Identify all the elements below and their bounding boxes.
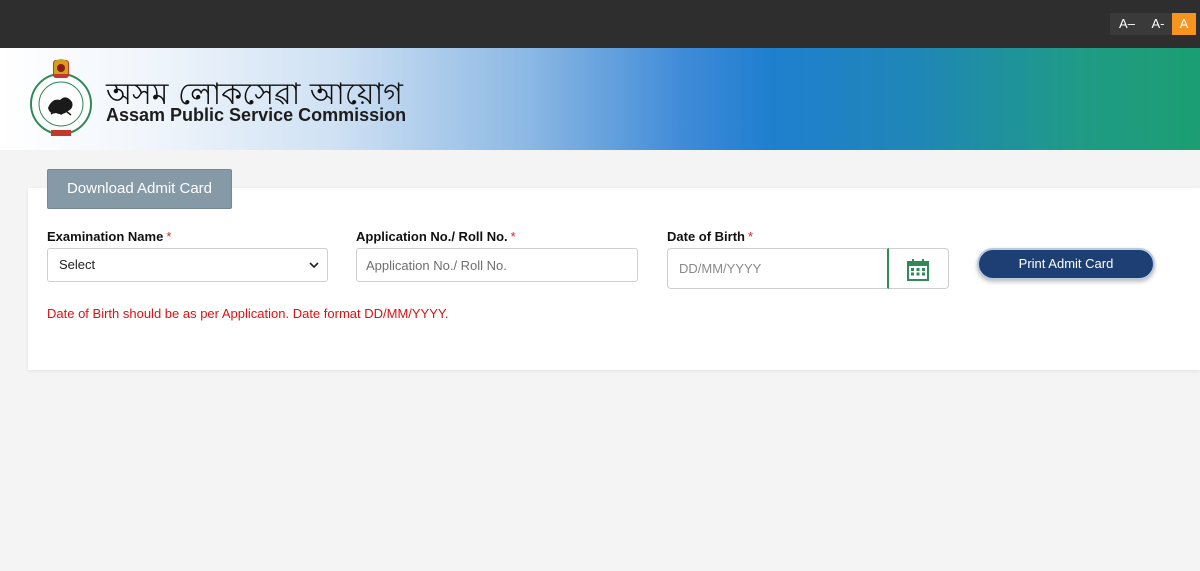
dob-format-note: Date of Birth should be as per Applicati… [47, 306, 449, 321]
exam-name-selected-value: Select [59, 257, 96, 272]
assam-emblem-icon[interactable] [26, 56, 96, 138]
dob-label-text: Date of Birth [667, 229, 745, 244]
calendar-button[interactable] [889, 248, 949, 289]
dob-label: Date of Birth * [667, 229, 753, 244]
exam-name-label-text: Examination Name [47, 229, 164, 244]
print-admit-card-button[interactable]: Print Admit Card [977, 248, 1155, 280]
application-no-input[interactable] [356, 248, 638, 282]
site-header: অসম লোকসেৱা আয়োগ Assam Public Service C… [0, 48, 1200, 150]
application-no-label-text: Application No./ Roll No. [356, 229, 508, 244]
font-increase-button[interactable]: A [1172, 13, 1196, 35]
font-normal-button[interactable]: A- [1144, 13, 1172, 35]
chevron-down-icon [309, 262, 319, 269]
exam-name-label: Examination Name * [47, 229, 171, 244]
required-mark: * [166, 229, 172, 244]
font-decrease-button[interactable]: A– [1110, 13, 1144, 35]
calendar-icon [907, 259, 929, 281]
exam-name-select[interactable]: Select [47, 248, 328, 282]
dob-input[interactable] [667, 248, 889, 289]
required-mark: * [510, 229, 516, 244]
site-title-english: Assam Public Service Commission [106, 105, 407, 125]
download-admit-card-tab[interactable]: Download Admit Card [47, 169, 232, 209]
required-mark: * [748, 229, 754, 244]
top-bar: A– A- A [0, 0, 1200, 48]
application-no-label: Application No./ Roll No. * [356, 229, 516, 244]
